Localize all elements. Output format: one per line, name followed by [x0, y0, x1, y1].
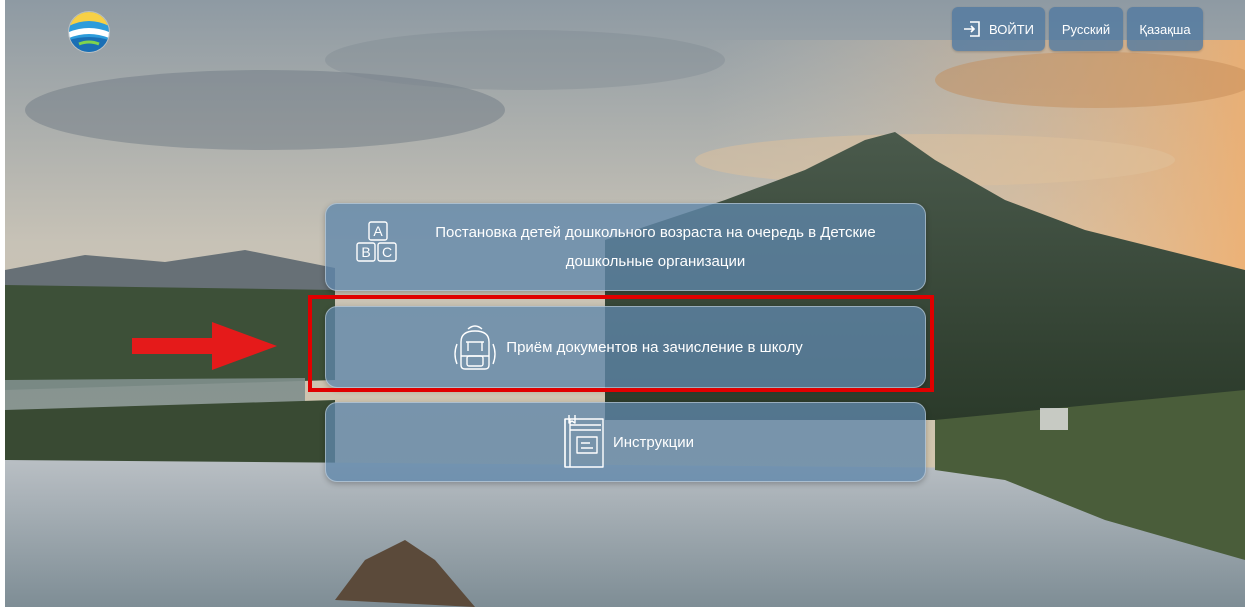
- card-preschool-queue-label: Постановка детей дошкольного возраста на…: [435, 224, 876, 270]
- login-icon: [964, 21, 980, 37]
- header-actions: ВОЙТИ Русский Қазақша: [952, 7, 1203, 51]
- logo-icon: [69, 12, 109, 52]
- landscape-background: [5, 0, 1245, 607]
- abc-blocks-icon: A B C: [355, 221, 397, 262]
- abc-letter-a: A: [373, 223, 383, 239]
- red-arrow-icon: [132, 322, 277, 370]
- card-school-enrollment[interactable]: Приём документов на зачисление в школу: [325, 306, 926, 388]
- card-instructions[interactable]: Инструкции: [325, 402, 926, 482]
- abc-letter-c: C: [381, 244, 391, 260]
- background-scene: [5, 0, 1245, 607]
- abc-letter-b: B: [361, 244, 370, 260]
- lang-kz-button[interactable]: Қазақша: [1127, 7, 1203, 51]
- logo[interactable]: [69, 12, 109, 52]
- backpack-icon: [454, 325, 496, 370]
- login-label: ВОЙТИ: [989, 21, 1034, 37]
- card-school-enrollment-label: Приём документов на зачисление в школу: [506, 338, 803, 356]
- card-preschool-queue[interactable]: A B C Постановка детей дошкольного возра…: [325, 203, 926, 291]
- book-icon: [564, 415, 604, 468]
- card-instructions-label: Инструкции: [612, 433, 695, 451]
- login-button[interactable]: ВОЙТИ: [952, 7, 1045, 51]
- lang-ru-button[interactable]: Русский: [1049, 7, 1123, 51]
